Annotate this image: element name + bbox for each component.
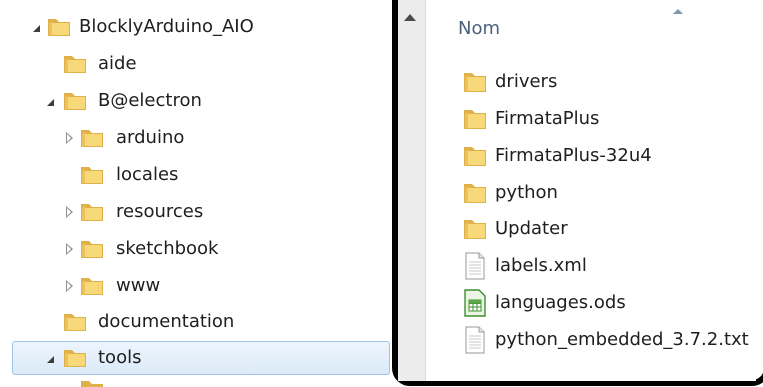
folder-icon <box>64 93 86 110</box>
folder-icon <box>464 110 486 129</box>
file-name: drivers <box>495 71 558 92</box>
document-icon <box>465 252 485 280</box>
collapsed-arrow-icon[interactable] <box>62 242 76 256</box>
tree-item-tools[interactable]: tools <box>12 341 390 375</box>
navigation-tree: BlocklyArduino_AIO aide B@electron ardui… <box>0 0 393 387</box>
file-item-firmataplus[interactable]: FirmataPlus <box>426 102 756 136</box>
folder-icon <box>64 56 86 73</box>
tree-item-label: aide <box>98 53 137 74</box>
collapsed-arrow-icon[interactable] <box>62 279 76 293</box>
tree-item-documentation[interactable]: documentation <box>12 305 390 339</box>
file-name: python_embedded_3.7.2.txt <box>495 329 749 350</box>
tree-item-aide[interactable]: aide <box>12 47 390 81</box>
expanded-arrow-icon[interactable] <box>28 20 42 34</box>
tree-item-label: resources <box>116 201 204 222</box>
collapsed-arrow-icon[interactable] <box>62 131 76 145</box>
column-header-label: Nom <box>458 18 501 39</box>
tree-item-label: B@electron <box>98 90 202 111</box>
file-name: Updater <box>495 218 568 239</box>
sort-ascending-icon <box>673 9 683 14</box>
tree-scrollbar[interactable] <box>398 0 426 381</box>
column-header-name[interactable]: Nom <box>426 0 756 56</box>
file-name: FirmataPlus <box>495 108 600 129</box>
file-list: Nom drivers FirmataPlus FirmataPlus-32u4 <box>426 0 756 381</box>
folder-icon <box>48 19 70 36</box>
tree-item-blocklyarduino-aio[interactable]: BlocklyArduino_AIO <box>12 10 390 44</box>
text-file-icon <box>465 326 485 354</box>
spreadsheet-icon <box>464 289 486 317</box>
tree-item-resources[interactable]: resources <box>12 195 390 229</box>
tree-item-locales[interactable]: locales <box>12 158 390 192</box>
tree-item-b-electron[interactable]: B@electron <box>12 84 390 118</box>
tree-item-label: BlocklyArduino_AIO <box>79 16 254 37</box>
folder-icon <box>81 241 103 258</box>
folder-icon <box>81 278 103 295</box>
tree-item-label: www <box>116 275 161 296</box>
file-item-firmataplus-32u4[interactable]: FirmataPlus-32u4 <box>426 139 756 173</box>
tree-item-www[interactable]: www <box>12 269 390 303</box>
collapsed-arrow-icon[interactable] <box>62 205 76 219</box>
tree-item-arduino[interactable]: arduino <box>12 121 390 155</box>
file-item-drivers[interactable]: drivers <box>426 65 756 99</box>
file-name: languages.ods <box>495 292 626 313</box>
folder-icon <box>64 314 86 331</box>
file-item-python-embedded-txt[interactable]: python_embedded_3.7.2.txt <box>426 323 756 357</box>
file-name: FirmataPlus-32u4 <box>495 145 652 166</box>
folder-icon <box>81 130 103 147</box>
folder-icon <box>464 147 486 166</box>
folder-icon <box>464 184 486 203</box>
tree-item-label: documentation <box>98 311 235 332</box>
file-name: python <box>495 182 558 203</box>
file-item-updater[interactable]: Updater <box>426 212 756 246</box>
file-item-python[interactable]: python <box>426 176 756 210</box>
tree-item-label: locales <box>116 164 179 185</box>
expanded-arrow-icon[interactable] <box>42 94 56 108</box>
folder-icon <box>464 220 486 239</box>
folder-icon <box>81 381 103 387</box>
expanded-arrow-icon[interactable] <box>42 351 56 365</box>
tree-item-label: arduino <box>116 127 185 148</box>
folder-icon <box>464 73 486 92</box>
tree-item-label: sketchbook <box>116 238 219 259</box>
folder-icon <box>81 204 103 221</box>
file-item-languages-ods[interactable]: languages.ods <box>426 286 756 320</box>
scroll-up-arrow-icon[interactable] <box>404 14 416 21</box>
folder-icon <box>81 167 103 184</box>
file-item-labels-xml[interactable]: labels.xml <box>426 249 756 283</box>
tree-item-sketchbook[interactable]: sketchbook <box>12 232 390 266</box>
tree-item-label: tools <box>98 347 142 368</box>
folder-icon <box>64 350 86 367</box>
file-name: labels.xml <box>495 255 587 276</box>
